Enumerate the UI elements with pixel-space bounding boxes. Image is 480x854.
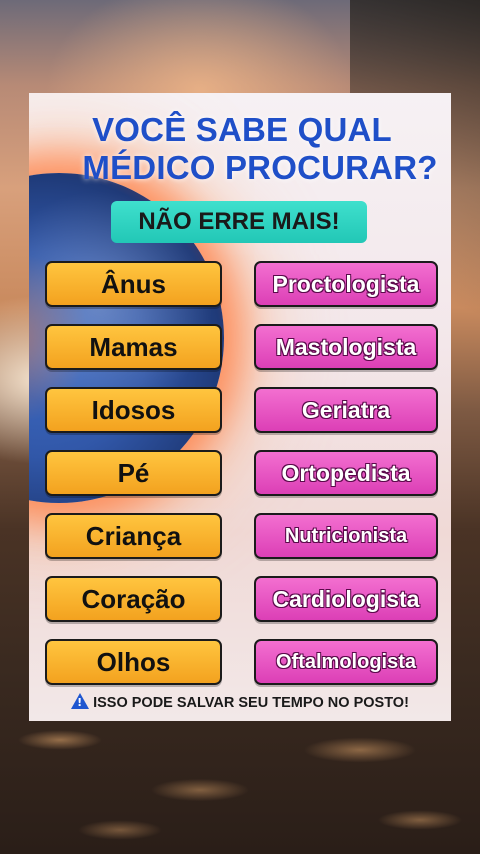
title-line-1: VOCÊ SABE QUAL xyxy=(92,111,392,148)
banner-text: NÃO ERRE MAIS! xyxy=(138,208,340,235)
body-part-label: Idosos xyxy=(45,387,222,433)
warning-icon xyxy=(71,693,90,709)
infographic-card: VOCÊ SABE QUAL MÉDICO PROCURAR? NÃO ERRE… xyxy=(29,93,451,721)
banner-badge: NÃO ERRE MAIS! xyxy=(111,201,367,243)
title-line-2: MÉDICO PROCURAR? xyxy=(82,149,438,186)
body-part-label: Ânus xyxy=(45,261,222,307)
list-item: Coração Cardiologista xyxy=(29,576,451,622)
page-title: VOCÊ SABE QUAL MÉDICO PROCURAR? xyxy=(29,111,451,187)
sand-texture xyxy=(0,700,480,854)
list-item: Ânus Proctologista xyxy=(29,261,451,307)
list-item: Olhos Oftalmologista xyxy=(29,639,451,685)
list-item: Idosos Geriatra xyxy=(29,387,451,433)
body-part-label: Mamas xyxy=(45,324,222,370)
body-part-label: Coração xyxy=(45,576,222,622)
doctor-label: Oftalmologista xyxy=(254,639,438,685)
body-part-label: Criança xyxy=(45,513,222,559)
doctor-label: Cardiologista xyxy=(254,576,438,622)
doctor-label: Geriatra xyxy=(254,387,438,433)
list-item: Criança Nutricionista xyxy=(29,513,451,559)
doctor-label: Nutricionista xyxy=(254,513,438,559)
list-item: Mamas Mastologista xyxy=(29,324,451,370)
list-item: Pé Ortopedista xyxy=(29,450,451,496)
doctor-label: Ortopedista xyxy=(254,450,438,496)
footer-note: ISSO PODE SALVAR SEU TEMPO NO POSTO! xyxy=(29,693,451,711)
footer-text: ISSO PODE SALVAR SEU TEMPO NO POSTO! xyxy=(93,695,409,711)
doctor-label: Mastologista xyxy=(254,324,438,370)
doctor-label: Proctologista xyxy=(254,261,438,307)
body-part-label: Pé xyxy=(45,450,222,496)
body-part-label: Olhos xyxy=(45,639,222,685)
